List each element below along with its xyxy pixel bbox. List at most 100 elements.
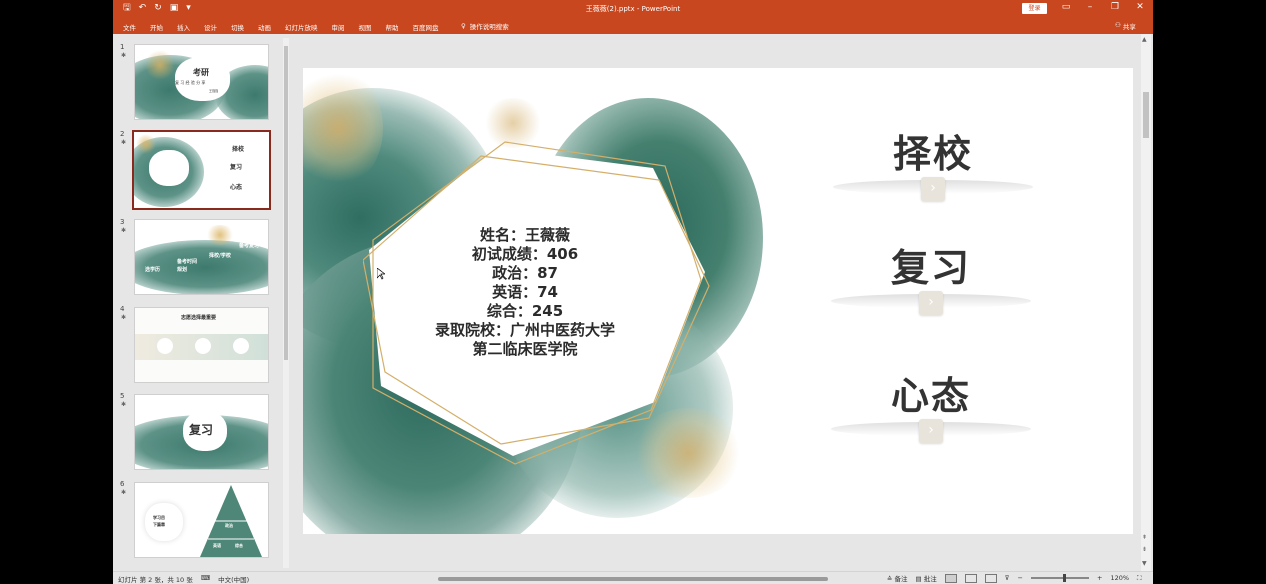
thumbnails-scrollbar[interactable] — [283, 38, 289, 568]
lightbulb-icon: ♀ — [461, 22, 466, 30]
horizontal-scrollbar[interactable] — [438, 577, 828, 581]
thumb-subtitle: 复 习 经 验 分 享 — [175, 80, 206, 85]
menu-shelf: › — [833, 177, 1033, 201]
restore-icon[interactable]: ❐ — [1108, 2, 1122, 12]
animation-star-icon: ✱ — [121, 52, 127, 59]
tab-file[interactable]: 文件 — [123, 22, 136, 32]
animation-star-icon: ✱ — [121, 227, 127, 234]
chevron-right-icon: › — [919, 291, 943, 315]
title-bar: 🖫 ↶ ↻ ▣ ▾ 王薇薇(2).pptx - PowerPoint 登录 ▭ … — [113, 0, 1153, 17]
scrollbar-thumb[interactable] — [1143, 92, 1149, 138]
normal-view-icon[interactable] — [944, 573, 957, 583]
search-label: 操作说明搜索 — [469, 23, 509, 31]
minimize-icon[interactable]: – — [1083, 2, 1097, 12]
zoom-slider[interactable] — [1030, 574, 1089, 582]
zoom-in-button[interactable]: + — [1097, 574, 1102, 582]
slide-thumbnails-pane: 1 ✱ 考研 复 习 经 验 分 享 王薇薇 2 ✱ 择校 复习 心态 3 ✱ — [113, 34, 291, 571]
tab-review[interactable]: 审阅 — [332, 22, 345, 32]
tab-baidu-netdisk[interactable]: 百度网盘 — [413, 22, 439, 32]
comments-button[interactable]: ▤ 批注 — [916, 573, 937, 583]
reading-view-icon[interactable] — [984, 573, 997, 583]
scroll-down-icon[interactable]: ▼ — [1142, 560, 1147, 567]
thumb-item: 心态 — [230, 184, 243, 191]
share-label: 共享 — [1122, 23, 1136, 31]
thumbnail-number: 3 — [120, 218, 125, 226]
language[interactable]: 中文(中国) — [218, 574, 249, 584]
menu-item-school: 择校 › — [833, 132, 1033, 201]
scrollbar-thumb[interactable] — [284, 46, 288, 360]
animation-star-icon: ✱ — [121, 489, 127, 496]
tab-slideshow[interactable]: 幻灯片放映 — [285, 22, 318, 32]
ribbon-display-options-icon[interactable]: ▭ — [1059, 2, 1073, 12]
menu-shelf: › — [831, 291, 1031, 315]
menu-label: 复习 — [890, 246, 971, 290]
thumbnail-number: 4 — [120, 305, 125, 313]
thumb-author: 王薇薇 — [209, 89, 219, 93]
window-title: 王薇薇(2).pptx - PowerPoint — [585, 5, 681, 13]
menu-item-mindset: 心态 › — [831, 374, 1031, 443]
next-slide-icon[interactable]: ⇟ — [1142, 546, 1147, 553]
login-button[interactable]: 登录 — [1022, 3, 1047, 14]
slide-thumbnail-2[interactable]: 择校 复习 心态 — [132, 130, 271, 210]
slide-canvas[interactable]: 姓名：王薇薇 初试成绩：406 政治：87 英语：74 综合：245 录取院校：… — [303, 68, 1133, 534]
mouse-cursor-icon — [377, 268, 385, 280]
triangle-diagram — [200, 485, 262, 557]
animation-star-icon: ✱ — [121, 139, 127, 146]
comments-label: 批注 — [923, 575, 937, 583]
thumb-title: 考研 — [193, 68, 209, 77]
chevron-right-icon: › — [921, 177, 945, 201]
politics-line: 政治：87 — [492, 264, 558, 282]
score-line: 初试成绩：406 — [471, 245, 579, 263]
zoom-out-button[interactable]: − — [1018, 574, 1023, 582]
fit-to-window-icon[interactable]: ⛶ — [1137, 574, 1142, 583]
notes-button[interactable]: ≙ 备注 — [887, 573, 908, 583]
thumbnail-number: 5 — [120, 392, 125, 400]
admission-line: 录取院校：广州中医药大学 — [434, 321, 615, 339]
slide-thumbnail-6[interactable]: 学习目 下篇章 政治 英语 综合 — [134, 482, 269, 558]
tab-transitions[interactable]: 切换 — [231, 22, 244, 32]
previous-slide-icon[interactable]: ⇞ — [1142, 534, 1147, 541]
menu-label: 心态 — [890, 374, 971, 418]
name-line: 姓名：王薇薇 — [479, 226, 570, 244]
thumb-label: 择校/学校 — [209, 253, 231, 259]
thumb-label: 下篇章 — [153, 522, 165, 527]
thumb-label: 选学历 — [145, 267, 161, 273]
share-button[interactable]: ⚇ 共享 — [1115, 21, 1136, 31]
animation-star-icon: ✱ — [121, 314, 127, 321]
zoom-slider-handle[interactable] — [1062, 574, 1066, 582]
tab-home[interactable]: 开始 — [150, 22, 163, 32]
notes-label: 备注 — [894, 575, 908, 583]
slide-sorter-icon[interactable] — [964, 573, 977, 583]
college-line: 第二临床医学院 — [472, 340, 578, 358]
notes-icon: ≙ — [887, 575, 893, 583]
comment-icon: ▤ — [915, 575, 922, 583]
thumb-label: 规划 — [177, 267, 188, 273]
thumbnail-number: 6 — [120, 480, 125, 488]
slide-thumbnail-3[interactable]: 备考时间 规划 选学历 择校/学校 备考复习 — [134, 219, 269, 295]
ribbon-tabs: 文件 开始 插入 设计 切换 动画 幻灯片放映 审阅 视图 帮助 百度网盘 ♀ … — [113, 17, 1153, 34]
thumb-label: 学习目 — [153, 515, 165, 520]
slide-thumbnail-4[interactable]: 志愿选择最重要 — [134, 307, 269, 383]
thumb-title: 复习 — [189, 423, 214, 437]
slide-thumbnail-5[interactable]: 复习 — [134, 394, 269, 470]
thumb-label: 政治 — [225, 523, 233, 528]
tab-insert[interactable]: 插入 — [177, 22, 190, 32]
slide-thumbnail-1[interactable]: 考研 复 习 经 验 分 享 王薇薇 — [134, 44, 269, 120]
tell-me-search[interactable]: ♀ 操作说明搜索 — [461, 21, 509, 31]
powerpoint-window: 🖫 ↶ ↻ ▣ ▾ 王薇薇(2).pptx - PowerPoint 登录 ▭ … — [113, 0, 1153, 584]
slide-count: 幻灯片 第 2 张，共 10 张 — [118, 576, 193, 584]
tab-view[interactable]: 视图 — [359, 22, 372, 32]
close-icon[interactable]: ✕ — [1133, 2, 1147, 12]
slideshow-icon[interactable]: ⊽ — [1005, 574, 1010, 582]
menu-shelf: › — [831, 419, 1031, 443]
tab-design[interactable]: 设计 — [204, 22, 217, 32]
scroll-up-icon[interactable]: ▲ — [1142, 36, 1147, 43]
zoom-level[interactable]: 120% — [1110, 574, 1129, 582]
thumb-label: 英语 — [213, 543, 221, 548]
personal-info-text: 姓名：王薇薇 初试成绩：406 政治：87 英语：74 综合：245 录取院校：… — [405, 226, 645, 359]
tab-animations[interactable]: 动画 — [258, 22, 271, 32]
spellcheck-icon[interactable]: ⌨ — [201, 574, 210, 584]
editor-vertical-scrollbar[interactable]: ▲ ⇞ ⇟ ▼ — [1141, 34, 1151, 571]
thumbnail-number: 2 — [120, 130, 125, 138]
tab-help[interactable]: 帮助 — [386, 22, 399, 32]
